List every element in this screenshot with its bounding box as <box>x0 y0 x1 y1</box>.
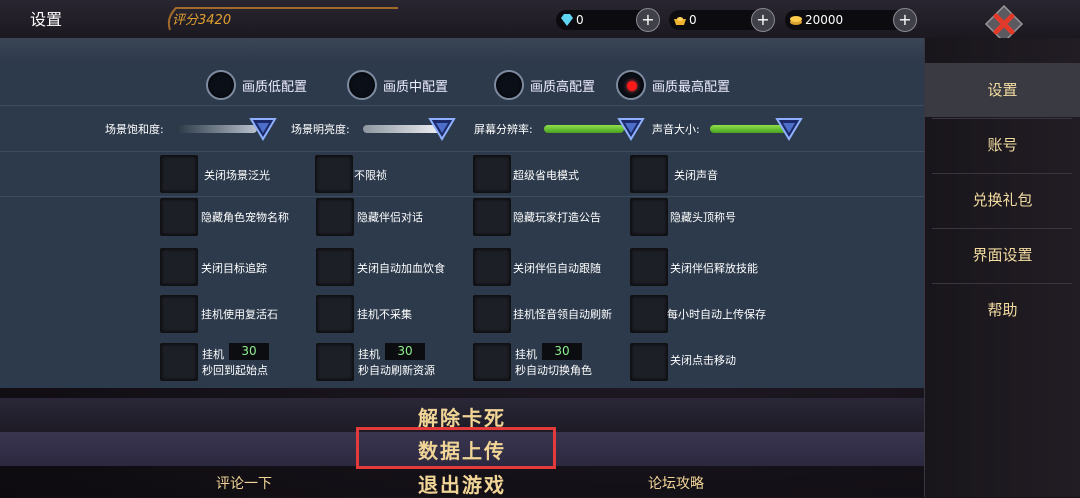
radio-selected-dot <box>627 81 637 91</box>
checkbox[interactable] <box>630 343 668 381</box>
currency-value: 0 <box>689 13 697 27</box>
checkbox[interactable] <box>473 343 511 381</box>
side-tab-redeem-gift[interactable]: 兑换礼包 <box>925 173 1080 227</box>
checkbox[interactable] <box>630 155 668 193</box>
slider-label: 屏幕分辨率: <box>474 123 533 136</box>
option-label: 挂机怪音领自动刷新 <box>513 308 612 321</box>
settings-panel <box>0 38 924 388</box>
checkbox[interactable] <box>160 295 198 333</box>
option-label: 关闭声音 <box>674 169 718 182</box>
currency-coin: 20000 + <box>785 8 917 32</box>
option-suffix: 秒自动刷新资源 <box>358 364 435 377</box>
option-label: 不限祯 <box>354 169 387 182</box>
divider <box>0 105 924 106</box>
currency-value: 20000 <box>805 13 844 27</box>
page-title: 设置 <box>30 10 63 29</box>
slider-thumb-icon[interactable] <box>775 117 803 141</box>
resolution-slider[interactable]: 屏幕分辨率: <box>474 117 646 141</box>
option-prefix: 挂机 <box>358 348 380 361</box>
slider-thumb-icon[interactable] <box>617 117 645 141</box>
option-label: 关闭伴侣自动跟随 <box>513 262 601 275</box>
option-label: 关闭伴侣释放技能 <box>670 262 758 275</box>
seconds-input[interactable]: 30 <box>542 343 582 360</box>
currency-diamond: 0 + <box>556 8 660 32</box>
checkbox[interactable] <box>316 343 354 381</box>
checkbox[interactable] <box>473 155 511 193</box>
checkbox[interactable] <box>630 248 668 286</box>
comment-button[interactable]: 评论一下 <box>216 473 272 493</box>
option-label: 隐藏头顶称号 <box>670 211 736 224</box>
radio-circle <box>206 70 236 100</box>
checkbox[interactable] <box>160 248 198 286</box>
side-tab-help[interactable]: 帮助 <box>925 283 1080 337</box>
option-label: 隐藏伴侣对话 <box>357 211 423 224</box>
add-ingot-button[interactable]: + <box>751 8 775 32</box>
diamond-icon <box>561 14 573 26</box>
slider-thumb-icon[interactable] <box>428 117 456 141</box>
option-label: 挂机使用复活石 <box>201 308 278 321</box>
slider-label: 场景饱和度: <box>105 123 164 136</box>
slider-track <box>175 125 257 133</box>
gold-ingot-icon <box>674 17 686 25</box>
option-label: 超级省电模式 <box>513 169 579 182</box>
slider-thumb-icon[interactable] <box>249 117 277 141</box>
highlight-box <box>356 427 556 469</box>
checkbox[interactable] <box>316 248 354 286</box>
add-coin-button[interactable]: + <box>893 8 917 32</box>
side-tab-interface-settings[interactable]: 界面设置 <box>925 228 1080 282</box>
option-prefix: 挂机 <box>515 348 537 361</box>
exit-game-button[interactable]: 退出游戏 <box>0 469 924 498</box>
checkbox[interactable] <box>315 155 353 193</box>
quality-label: 画质最高配置 <box>652 80 731 95</box>
option-label: 每小时自动上传保存 <box>667 308 766 321</box>
score-label: 评分3420 <box>172 13 232 28</box>
side-tab-settings[interactable]: 设置 <box>925 63 1080 117</box>
option-label: 关闭自动加血饮食 <box>357 262 445 275</box>
panel-header <box>0 38 924 62</box>
checkbox[interactable] <box>160 198 198 236</box>
slider-label: 声音大小: <box>652 123 700 136</box>
saturation-slider[interactable]: 场景饱和度: <box>105 117 277 141</box>
quality-label: 画质低配置 <box>242 80 308 95</box>
divider <box>0 151 924 152</box>
radio-circle <box>616 70 646 100</box>
currency-ingot: 0 + <box>669 8 775 32</box>
checkbox[interactable] <box>473 248 511 286</box>
option-label: 关闭场景泛光 <box>204 169 270 182</box>
radio-circle <box>494 70 524 100</box>
option-label: 挂机不采集 <box>357 308 412 321</box>
volume-slider[interactable]: 声音大小: <box>652 117 804 141</box>
checkbox[interactable] <box>316 198 354 236</box>
slider-label: 场景明亮度: <box>291 123 350 136</box>
side-tab-account[interactable]: 账号 <box>925 118 1080 172</box>
option-suffix: 秒回到起始点 <box>202 364 268 377</box>
add-diamond-button[interactable]: + <box>636 8 660 32</box>
checkbox[interactable] <box>630 295 668 333</box>
seconds-input[interactable]: 30 <box>385 343 425 360</box>
option-label: 隐藏角色宠物名称 <box>201 211 289 224</box>
quality-label: 画质高配置 <box>530 80 596 95</box>
option-label: 关闭目标追踪 <box>201 262 267 275</box>
divider <box>0 196 924 197</box>
option-prefix: 挂机 <box>202 348 224 361</box>
forum-guide-button[interactable]: 论坛攻略 <box>648 473 704 493</box>
option-label: 隐藏玩家打造公告 <box>513 211 601 224</box>
checkbox[interactable] <box>160 155 198 193</box>
checkbox[interactable] <box>630 198 668 236</box>
checkbox[interactable] <box>316 295 354 333</box>
coin-icon <box>790 16 802 25</box>
currency-value: 0 <box>576 13 584 27</box>
checkbox[interactable] <box>473 295 511 333</box>
brightness-slider[interactable]: 场景明亮度: <box>291 117 466 141</box>
checkbox[interactable] <box>473 198 511 236</box>
option-suffix: 秒自动切换角色 <box>515 364 592 377</box>
slider-track <box>544 125 624 133</box>
checkbox[interactable] <box>160 343 198 381</box>
option-label: 关闭点击移动 <box>670 354 736 367</box>
seconds-input[interactable]: 30 <box>229 343 269 360</box>
quality-label: 画质中配置 <box>383 80 449 95</box>
radio-circle <box>347 70 377 100</box>
